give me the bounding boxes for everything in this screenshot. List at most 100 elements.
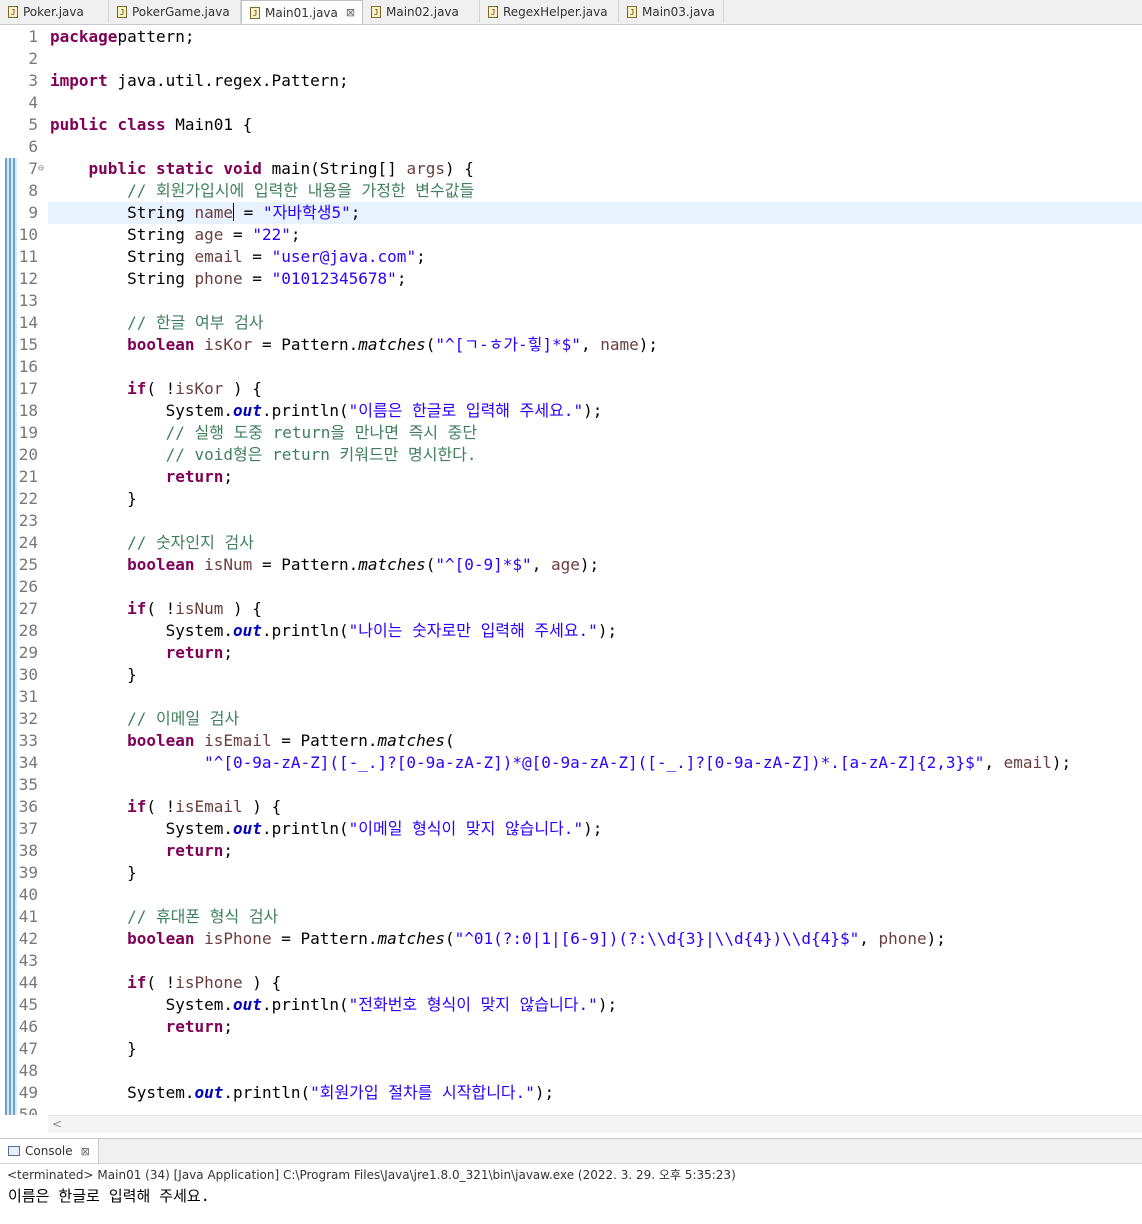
line-number: 28 [18,621,38,640]
code-line[interactable]: 27 if( !isNum ) { [0,598,1142,620]
console-tab[interactable]: Console ⊠ [0,1139,99,1163]
code-line[interactable]: 41 // 휴대폰 형식 검사 [0,906,1142,928]
code-line[interactable]: 43 [0,950,1142,972]
tab-main03-java[interactable]: J Main03.java [619,0,724,23]
code-text: if( !isEmail ) { [127,797,282,816]
code-line[interactable]: 21 return; [0,466,1142,488]
line-number: 23 [18,511,38,530]
tab-poker-java[interactable]: J Poker.java [0,0,109,23]
code-line[interactable]: 34 "^[0-9a-zA-Z]([-_.]?[0-9a-zA-Z])*@[0-… [0,752,1142,774]
code-line[interactable]: 33 boolean isEmail = Pattern.matches( [0,730,1142,752]
java-file-icon: J [371,5,381,18]
code-line[interactable]: 29 return; [0,642,1142,664]
code-line[interactable]: 4 [0,92,1142,114]
code-line[interactable]: 13 [0,290,1142,312]
line-number: 22 [18,489,38,508]
line-number: 5 [28,115,38,134]
code-text: // 실행 도중 return을 만나면 즉시 중단 [165,423,478,442]
code-text: boolean isPhone = Pattern.matches("^01(?… [127,929,946,948]
code-line[interactable]: 23 [0,510,1142,532]
code-line[interactable]: 5 public class Main01 { [0,114,1142,136]
close-icon[interactable]: ⊠ [346,6,355,19]
code-line[interactable]: 17 if( !isKor ) { [0,378,1142,400]
code-editor[interactable]: 1 packagepattern; 2 3 import java.util.regex… [0,25,1142,1115]
code-line[interactable]: 49 System.out.println("회원가입 절차를 시작합니다.")… [0,1082,1142,1104]
line-number: 1 [28,27,38,46]
line-number: 14 [18,313,38,332]
line-number: 8 [28,181,38,200]
line-number: 36 [18,797,38,816]
console-status: <terminated> Main01 (34) [Java Applicati… [7,1168,736,1182]
code-line[interactable]: 47 } [0,1038,1142,1060]
line-number: 40 [18,885,38,904]
console-tab-label: Console [25,1144,73,1158]
code-line[interactable]: 30 } [0,664,1142,686]
code-line[interactable]: 3 import java.util.regex.Pattern; [0,70,1142,92]
code-text: return; [165,467,234,486]
tab-pokergame-java[interactable]: J PokerGame.java [109,0,241,23]
fold-toggle-icon[interactable]: ⊖ [38,158,44,180]
code-line[interactable]: 35 [0,774,1142,796]
code-line[interactable]: 6 [0,136,1142,158]
code-text: // 한글 여부 검사 [127,313,264,332]
code-line[interactable]: 31 [0,686,1142,708]
tab-label: RegexHelper.java [503,4,608,19]
line-number: 49 [18,1083,38,1102]
code-line[interactable]: 1 packagepattern; [0,26,1142,48]
code-line[interactable]: 25 boolean isNum = Pattern.matches("^[0-… [0,554,1142,576]
code-line[interactable]: 39 } [0,862,1142,884]
java-file-icon: J [8,5,18,18]
tab-main02-java[interactable]: J Main02.java [363,0,480,23]
code-line[interactable]: 38 return; [0,840,1142,862]
close-icon[interactable]: ⊠ [81,1145,90,1158]
code-line[interactable]: 14 // 한글 여부 검사 [0,312,1142,334]
code-line[interactable]: 22 } [0,488,1142,510]
code-line[interactable]: 19 // 실행 도중 return을 만나면 즉시 중단 [0,422,1142,444]
console-output[interactable]: 이름은 한글로 입력해 주세요. [8,1185,210,1206]
code-line[interactable]: 2 [0,48,1142,70]
code-text: if( !isNum ) { [127,599,262,618]
code-line[interactable]: 28 System.out.println("나이는 숫자로만 입력해 주세요.… [0,620,1142,642]
code-text: import java.util.regex.Pattern; [50,71,349,90]
scroll-left-icon[interactable]: < [52,1116,62,1132]
code-line[interactable]: 32 // 이메일 검사 [0,708,1142,730]
tab-label: Main02.java [386,4,459,19]
code-line[interactable]: 37 System.out.println("이메일 형식이 맞지 않습니다."… [0,818,1142,840]
java-file-icon: J [117,5,127,18]
line-number: 30 [18,665,38,684]
code-line[interactable]: 10 String age = "22"; [0,224,1142,246]
line-number: 31 [18,687,38,706]
code-text: // 숫자인지 검사 [127,533,254,552]
line-number: 17 [18,379,38,398]
code-text: System.out.println("이름은 한글로 입력해 주세요."); [50,401,603,420]
code-line[interactable]: 9 String name = "자바학생5"; [0,202,1142,224]
code-text: public static void main(String[] args) { [88,159,474,178]
code-line[interactable]: 46 return; [0,1016,1142,1038]
tab-regexhelper-java[interactable]: J RegexHelper.java [480,0,619,23]
horizontal-scrollbar[interactable]: < [48,1115,1142,1133]
code-line[interactable]: 40 [0,884,1142,906]
code-line[interactable]: 20 // void형은 return 키워드만 명시한다. [0,444,1142,466]
tab-main01-java[interactable]: J Main01.java ⊠ [241,0,363,24]
code-line[interactable]: 45 System.out.println("전화번호 형식이 맞지 않습니다.… [0,994,1142,1016]
code-line[interactable]: 24 // 숫자인지 검사 [0,532,1142,554]
code-line[interactable]: 42 boolean isPhone = Pattern.matches("^0… [0,928,1142,950]
line-number: 46 [18,1017,38,1036]
code-line[interactable]: 48 [0,1060,1142,1082]
code-line[interactable]: 8 // 회원가입시에 입력한 내용을 가정한 변수값들 [0,180,1142,202]
line-number: 48 [18,1061,38,1080]
code-text: "^[0-9a-zA-Z]([-_.]?[0-9a-zA-Z])*@[0-9a-… [204,753,1072,772]
line-number: 44 [18,973,38,992]
code-line[interactable]: 11 String email = "user@java.com"; [0,246,1142,268]
code-line[interactable]: 16 [0,356,1142,378]
code-line[interactable]: 7 ⊖ public static void main(String[] args… [0,158,1142,180]
code-line[interactable]: 44 if( !isPhone ) { [0,972,1142,994]
code-text: return; [165,841,234,860]
line-number: 50 [18,1105,38,1115]
code-line[interactable]: 50 [0,1104,1142,1115]
code-line[interactable]: 26 [0,576,1142,598]
code-line[interactable]: 36 if( !isEmail ) { [0,796,1142,818]
code-line[interactable]: 15 boolean isKor = Pattern.matches("^[ㄱ-… [0,334,1142,356]
code-line[interactable]: 12 String phone = "01012345678"; [0,268,1142,290]
code-line[interactable]: 18 System.out.println("이름은 한글로 입력해 주세요."… [0,400,1142,422]
